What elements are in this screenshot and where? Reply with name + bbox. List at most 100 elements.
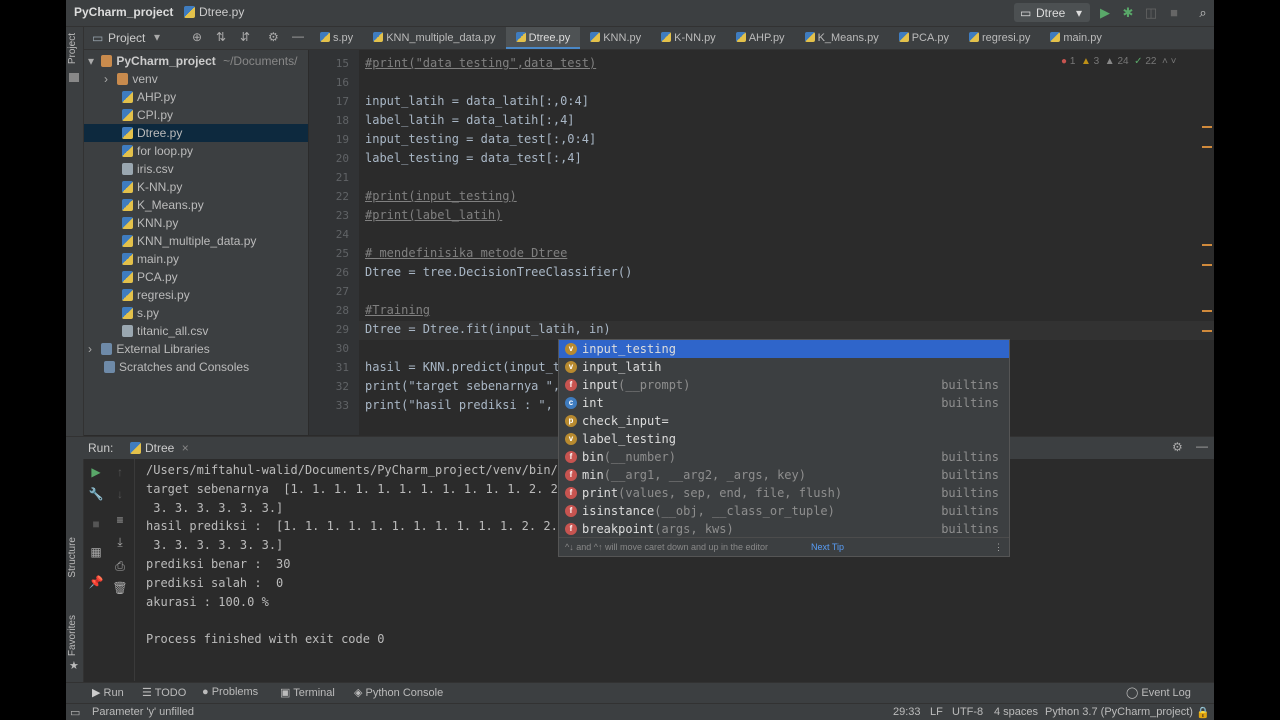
completion-item[interactable]: v input_testing (559, 340, 1009, 358)
chevron-up-icon[interactable]: ˄ (1162, 56, 1168, 67)
print-icon[interactable]: ⎙ (108, 559, 132, 574)
tree-item-iris-csv[interactable]: iris.csv (122, 160, 174, 178)
soft-wrap-icon[interactable]: ≡ (108, 513, 132, 527)
tab-knn-multiple-data-py[interactable]: KNN_multiple_data.py (363, 27, 505, 49)
gear-icon[interactable]: ⚙ (268, 30, 279, 44)
tree-item-titanic-all-csv[interactable]: titanic_all.csv (122, 322, 208, 340)
code-line[interactable]: hasil = KNN.predict(input_t (365, 360, 560, 374)
code-line[interactable]: label_testing = data_test[:,4] (365, 151, 582, 165)
next-tip-link[interactable]: Next Tip (811, 538, 844, 556)
tree-item-k-means-py[interactable]: K_Means.py (122, 196, 204, 214)
inspection-widget[interactable]: ● 1 ▲ 3 ▲ 24 ✓ 22 ˄ ˅ (1061, 56, 1176, 67)
completion-item[interactable]: f input(__prompt) builtins (559, 376, 1009, 394)
tree-item-knn-py[interactable]: KNN.py (122, 214, 178, 232)
tab-main-py[interactable]: main.py (1040, 27, 1112, 49)
tree-item-knn-multiple-data-py[interactable]: KNN_multiple_data.py (122, 232, 256, 250)
favorites-tool-button[interactable]: Favorites (67, 615, 78, 656)
problems-tool-button[interactable]: ● Problems (202, 686, 258, 698)
search-icon[interactable]: ⌕ (1194, 4, 1212, 22)
indent-setting[interactable]: 4 spaces (994, 706, 1038, 718)
coverage-icon[interactable]: ◫ (1142, 4, 1160, 22)
tree-item-venv[interactable]: › venv (104, 70, 158, 88)
run-config-dropdown[interactable]: ▭ Dtree ▾ (1014, 3, 1090, 22)
toggle-tool-windows-icon[interactable]: ▭ (70, 706, 80, 719)
debug-icon[interactable]: ✱ (1119, 4, 1137, 22)
code-line[interactable]: # mendefinisika metode Dtree (365, 246, 567, 260)
code-line[interactable]: #Training (365, 303, 430, 317)
tab-regresi-py[interactable]: regresi.py (959, 27, 1040, 49)
code-line[interactable]: #print(input_testing) (365, 189, 517, 203)
tree-item-for-loop-py[interactable]: for loop.py (122, 142, 193, 160)
file-encoding[interactable]: UTF-8 (952, 706, 983, 718)
tree-item-dtree-py[interactable]: Dtree.py (84, 124, 308, 142)
tree-root[interactable]: ▾ PyCharm_project ~/Documents/ (88, 52, 297, 70)
code-line[interactable]: #print("data testing",data_test) (365, 56, 596, 70)
trash-icon[interactable]: 🗑 (108, 581, 132, 595)
tab-k-nn-py[interactable]: K-NN.py (651, 27, 726, 49)
tab-ahp-py[interactable]: AHP.py (726, 27, 795, 49)
project-tool-button[interactable]: Project (67, 33, 78, 64)
stop-icon[interactable]: ■ (84, 517, 108, 531)
tab-pca-py[interactable]: PCA.py (889, 27, 959, 49)
todo-tool-button[interactable]: ☰ TODO (142, 686, 186, 699)
project-breadcrumb[interactable]: PyCharm_project (74, 5, 173, 19)
completion-item[interactable]: f isinstance(__obj, __class_or_tuple) buil… (559, 502, 1009, 520)
scroll-up-icon[interactable]: ↑ (108, 465, 132, 479)
tree-item-ahp-py[interactable]: AHP.py (122, 88, 176, 106)
wrench-icon[interactable]: 🔧 (84, 487, 108, 501)
completion-item[interactable]: v label_testing (559, 430, 1009, 448)
code-line[interactable]: Dtree = tree.DecisionTreeClassifier() (365, 265, 632, 279)
tree-item-main-py[interactable]: main.py (122, 250, 179, 268)
more-icon[interactable]: ⋮ (994, 538, 1003, 556)
file-breadcrumb[interactable]: Dtree.py (184, 5, 244, 19)
completion-item[interactable]: f bin(__number) builtins (559, 448, 1009, 466)
project-panel-header[interactable]: ▭ Project ▾ ⊕ ⇅ ⇵ ⚙ — (88, 27, 308, 49)
tab-knn-py[interactable]: KNN.py (580, 27, 651, 49)
terminal-tool-button[interactable]: ▣ Terminal (280, 686, 335, 699)
line-separator[interactable]: LF (930, 706, 943, 718)
tree-item-regresi-py[interactable]: regresi.py (122, 286, 190, 304)
completion-item[interactable]: f breakpoint(args, kws) builtins (559, 520, 1009, 538)
collapse-all-icon[interactable]: ⇵ (240, 30, 250, 44)
run-tab-dtree[interactable]: Dtree × (130, 441, 189, 455)
hide-icon[interactable]: — (292, 29, 304, 43)
completion-item[interactable]: v input_latih (559, 358, 1009, 376)
code-line[interactable]: input_latih = data_latih[:,0:4] (365, 94, 589, 108)
code-line[interactable]: #print(label_latih) (365, 208, 502, 222)
tab-dtree-py[interactable]: Dtree.py (505, 27, 581, 49)
tree-item-cpi-py[interactable]: CPI.py (122, 106, 173, 124)
completion-item[interactable]: p check_input= (559, 412, 1009, 430)
tree-item-s-py[interactable]: s.py (122, 304, 159, 322)
caret-position[interactable]: 29:33 (893, 706, 921, 718)
tree-item-pca-py[interactable]: PCA.py (122, 268, 178, 286)
code-line[interactable]: input_testing = data_test[:,0:4] (365, 132, 596, 146)
tree-item-external-libraries[interactable]: › External Libraries (88, 340, 210, 358)
expand-all-icon[interactable]: ⇅ (216, 30, 226, 44)
chevron-down-icon[interactable]: ▾ (154, 30, 160, 44)
run-icon[interactable]: ▶ (1096, 4, 1114, 22)
tree-item-scratches[interactable]: Scratches and Consoles (104, 358, 249, 376)
code-line[interactable]: Dtree = Dtree.fit(input_latih, in) (365, 322, 611, 336)
code-line[interactable]: print("hasil prediksi : ", (365, 398, 553, 412)
lock-icon[interactable]: 🔒 (1196, 706, 1210, 719)
event-log-tool-button[interactable]: ◯ Event Log (1126, 686, 1191, 699)
tree-item-k-nn-py[interactable]: K-NN.py (122, 178, 182, 196)
run-tool-button[interactable]: ▶ Run (92, 686, 124, 699)
completion-item[interactable]: f min(__arg1, __arg2, _args, key) builtins (559, 466, 1009, 484)
layout-icon[interactable]: ▦ (84, 545, 108, 559)
python-console-tool-button[interactable]: ◈ Python Console (354, 686, 443, 699)
completion-item[interactable]: f print(values, sep, end, file, flush) bui… (559, 484, 1009, 502)
completion-item[interactable]: c int builtins (559, 394, 1009, 412)
pin-icon[interactable]: 📌 (84, 575, 108, 589)
code-line[interactable]: print("target sebenarnya ", (365, 379, 560, 393)
close-icon[interactable]: × (182, 441, 189, 455)
hide-icon[interactable]: — (1196, 439, 1208, 453)
stop-icon[interactable]: ■ (1165, 4, 1183, 22)
tab-k-means-py[interactable]: K_Means.py (795, 27, 889, 49)
tab-s-py[interactable]: s.py (310, 27, 363, 49)
scroll-to-end-icon[interactable]: ⤓ (108, 535, 132, 550)
rerun-icon[interactable]: ▶ (84, 465, 108, 479)
chevron-down-icon[interactable]: ˅ (1171, 56, 1177, 67)
structure-tool-button[interactable]: Structure (67, 537, 78, 578)
locate-icon[interactable]: ⊕ (192, 30, 202, 44)
